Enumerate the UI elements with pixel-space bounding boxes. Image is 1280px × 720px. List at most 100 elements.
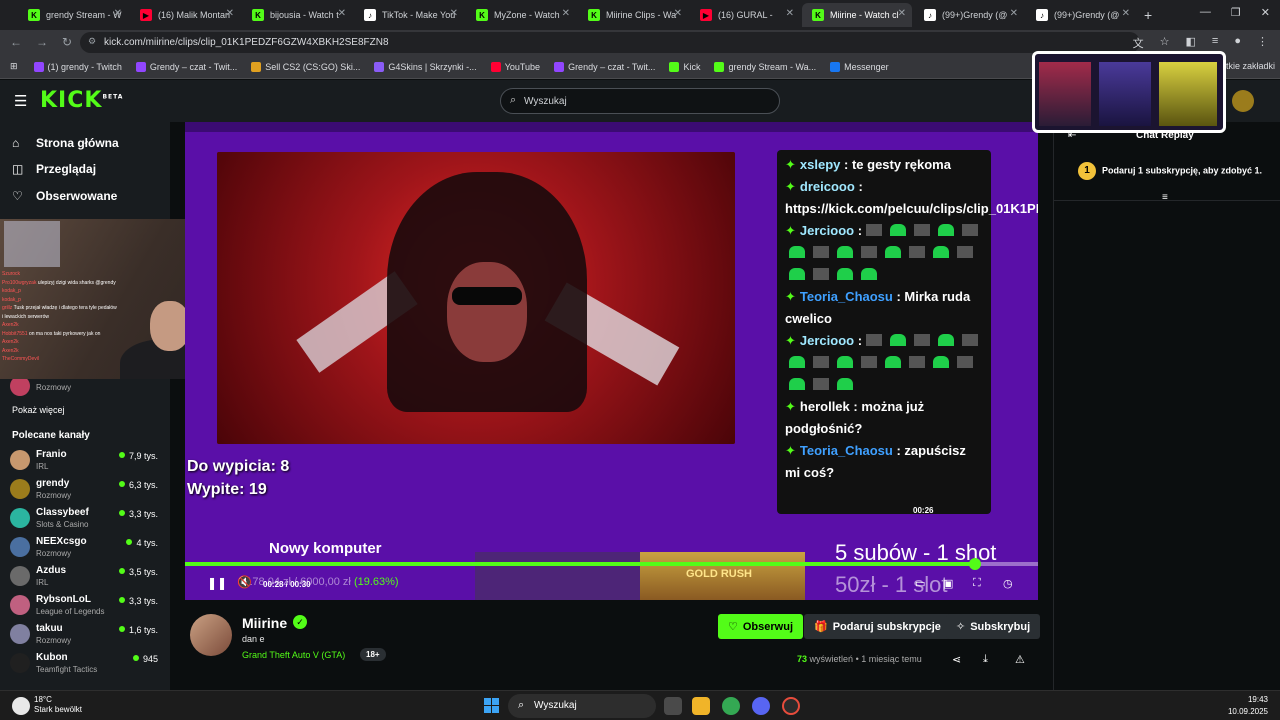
channel-avatar[interactable]	[190, 614, 232, 656]
nav-browse[interactable]: ◫ Przeglądaj	[12, 162, 96, 176]
browser-tab[interactable]: ▶ (16) GURAL - ✕	[690, 3, 800, 27]
channel-item[interactable]: takuu Rozmowy 1,6 tys.	[10, 622, 162, 648]
url-bar[interactable]: ⚙ kick.com/miirine/clips/clip_01K1PEDZF6…	[80, 32, 1140, 53]
bookmark-item[interactable]: G4Skins | Skrzynki -...	[374, 61, 477, 72]
tab-close-icon[interactable]: ✕	[114, 8, 122, 19]
chrome-icon[interactable]	[722, 697, 740, 715]
browser-tab[interactable]: K MyZone - Watch ✕	[466, 3, 576, 27]
browser-tab[interactable]: ▶ (16) Malik Montan ✕	[130, 3, 240, 27]
pause-icon[interactable]: ❚❚	[207, 576, 227, 590]
filter-icon[interactable]: ≡	[1162, 192, 1168, 203]
back-icon[interactable]: ←	[10, 35, 22, 49]
tab-close-icon[interactable]: ✕	[226, 8, 234, 19]
user-avatar[interactable]	[1232, 90, 1254, 112]
browser-tab[interactable]: ♪ (99+)Grendy (@ ✕	[1026, 3, 1136, 27]
bookmark-item[interactable]: Grendy – czat - Twit...	[554, 61, 655, 72]
overlay-chat-user: xslepy	[799, 157, 841, 172]
profile-icon[interactable]: ●	[1234, 35, 1241, 51]
nav-following[interactable]: ♡ Obserwowane	[12, 189, 117, 203]
bookmark-item[interactable]: Messenger	[830, 61, 889, 72]
apps-icon[interactable]: ⊞	[10, 61, 18, 72]
tab-close-icon[interactable]: ✕	[1010, 8, 1018, 19]
site-info-icon[interactable]: ⚙	[88, 36, 96, 47]
webcam-chat-line: kodak_p	[2, 288, 21, 294]
follow-button[interactable]: ♡ Obserwuj	[718, 614, 803, 639]
extensions-icon[interactable]: ◧	[1186, 35, 1196, 51]
miniplayer-icon[interactable]: ▭	[915, 577, 925, 590]
minimize-icon[interactable]: —	[1200, 6, 1211, 19]
task-view-icon[interactable]	[664, 697, 682, 715]
search-input[interactable]: ⌕ Wyszukaj	[500, 88, 780, 114]
tab-close-icon[interactable]: ✕	[786, 8, 794, 19]
browser-tab[interactable]: ♪ TikTok - Make You ✕	[354, 3, 464, 27]
bookmark-item[interactable]: Sell CS2 (CS:GO) Ski...	[251, 61, 360, 72]
stream-face	[447, 262, 527, 362]
tab-close-icon[interactable]: ✕	[1122, 8, 1130, 19]
tab-close-icon[interactable]: ✕	[562, 8, 570, 19]
overlay-chat-message: ✦ dreicooo : https://kick.com/pelcuu/clip…	[785, 176, 1038, 220]
channel-item[interactable]: Azdus IRL 3,5 tys.	[10, 564, 162, 590]
channel-item[interactable]: NEEXcsgo Rozmowy 4 tys.	[10, 535, 162, 561]
taskbar-search-placeholder: Wyszukaj	[534, 700, 577, 711]
bookmark-star-icon[interactable]: ☆	[1160, 35, 1170, 51]
start-icon[interactable]	[484, 698, 500, 714]
tab-close-icon[interactable]: ✕	[450, 8, 458, 19]
video-player[interactable]: Do wypicia: 8 Wypite: 19 ✦ xslepy : te ge…	[185, 122, 1038, 600]
tab-close-icon[interactable]: ✕	[898, 8, 906, 19]
channel-item[interactable]: Franio IRL 7,9 tys.	[10, 448, 162, 474]
browser-tab[interactable]: K Miirine - Watch cl ✕	[802, 3, 912, 27]
dark-emote-icon	[909, 356, 925, 368]
weather-temp: 18°C	[34, 695, 52, 704]
gift-prompt[interactable]: 1 Podaruj 1 subskrypcję, aby zdobyć 1.	[1078, 162, 1262, 180]
browser-tab[interactable]: Kgrendy Stream - W ✕	[18, 3, 128, 27]
download-icon[interactable]: ⤓	[983, 653, 988, 666]
channel-viewers: 1,6 tys.	[119, 625, 158, 635]
bookmark-item[interactable]: grendy Stream - Wa...	[714, 61, 816, 72]
tab-close-icon[interactable]: ✕	[338, 8, 346, 19]
webcam-chat-line: Szurock	[2, 271, 20, 277]
bookmark-item[interactable]: Kick	[669, 61, 700, 72]
bookmark-item[interactable]: Grendy – czat - Twit...	[135, 61, 237, 72]
maximize-icon[interactable]: ❐	[1231, 6, 1241, 19]
report-icon[interactable]: ⚠	[1015, 653, 1025, 666]
playback-speed-icon[interactable]: ◷	[1003, 577, 1013, 590]
browser-tab[interactable]: Kbijousia - Watch t ✕	[242, 3, 352, 27]
discord-icon[interactable]	[752, 697, 770, 715]
browser-tab[interactable]: ♪ (99+)Grendy (@ ✕	[914, 3, 1024, 27]
progress-bar[interactable]	[185, 558, 1038, 570]
theater-icon[interactable]: ▣	[943, 577, 953, 590]
channel-name[interactable]: Miirine	[242, 615, 287, 631]
channel-item[interactable]: Kubon Teamfight Tactics 945	[10, 651, 162, 677]
channel-name: Franio	[36, 449, 67, 460]
share-icon[interactable]: ⋖	[952, 653, 961, 666]
fullscreen-icon[interactable]: ⛶	[973, 577, 981, 590]
close-icon[interactable]: ✕	[1261, 6, 1270, 19]
media-icon[interactable]: ≡	[1212, 35, 1218, 51]
menu-icon[interactable]: ⋮	[1257, 35, 1268, 51]
channel-item[interactable]: Classybeef Slots & Casino 3,3 tys.	[10, 506, 162, 532]
forward-icon[interactable]: →	[36, 35, 48, 49]
taskbar-search[interactable]: ⌕ Wyszukaj	[508, 694, 656, 718]
hamburger-menu-icon[interactable]: ☰	[14, 92, 27, 110]
show-more-link[interactable]: Pokaż więcej	[12, 405, 65, 415]
mute-icon[interactable]: 🔇	[237, 575, 252, 589]
tab-label: (16) GURAL -	[718, 10, 773, 20]
kick-logo[interactable]: KICKBETA	[40, 88, 123, 113]
browser-tab[interactable]: K Miirine Clips - Wa ✕	[578, 3, 688, 27]
game-link[interactable]: Grand Theft Auto V (GTA)	[242, 650, 345, 660]
subscribe-button[interactable]: ✧ Subskrybuj	[946, 614, 1041, 639]
channel-item[interactable]: RybsonLoL League of Legends 3,3 tys.	[10, 593, 162, 619]
channel-item[interactable]: grendy Rozmowy 6,3 tys.	[10, 477, 162, 503]
bookmark-item[interactable]: (1) grendy - Twitch	[33, 61, 122, 72]
bookmark-item[interactable]: YouTube	[490, 61, 540, 72]
new-tab-icon[interactable]: +	[1144, 7, 1152, 23]
system-clock[interactable]: 19:43 10.09.2025	[1228, 694, 1268, 718]
nav-home[interactable]: ⌂ Strona główna	[12, 136, 119, 150]
file-explorer-icon[interactable]	[692, 697, 710, 715]
gift-subs-button[interactable]: 🎁 Podaruj subskrypcje	[804, 614, 951, 639]
tab-close-icon[interactable]: ✕	[674, 8, 682, 19]
reload-icon[interactable]: ↻	[62, 35, 72, 49]
other-bookmarks[interactable]: tkie zakładki	[1226, 61, 1275, 71]
app-icon[interactable]	[782, 697, 800, 715]
translate-icon[interactable]: 文	[1133, 35, 1144, 51]
